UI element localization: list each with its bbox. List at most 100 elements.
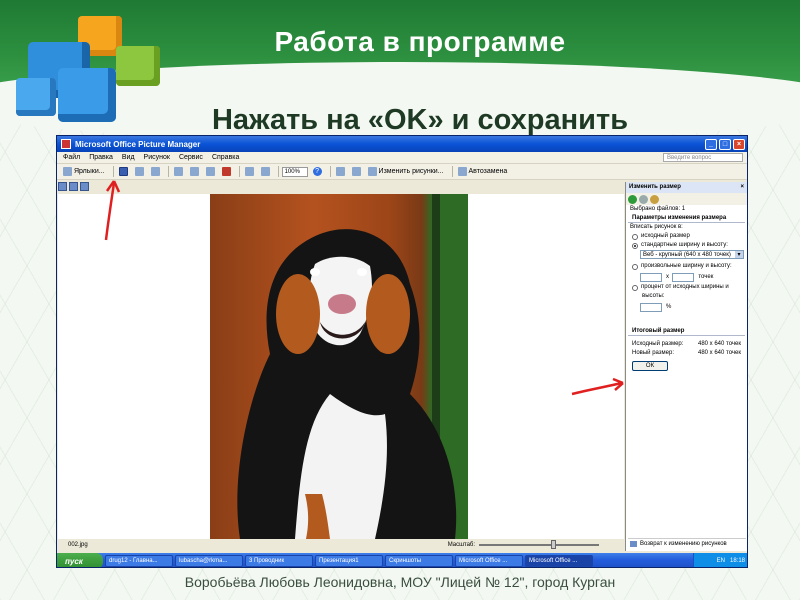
cut-icon [173, 167, 183, 176]
taskbar-item[interactable]: drug12 - Главна... [105, 555, 173, 567]
result-header: Итоговый размер [628, 327, 745, 336]
task-pane-close-icon[interactable]: × [740, 182, 744, 193]
forward-icon[interactable] [639, 194, 648, 204]
standard-size-value: Веб - крупный (640 x 480 точек) [643, 252, 731, 258]
start-button[interactable]: пуск [57, 553, 103, 567]
filmstrip-view-icon[interactable] [69, 182, 78, 191]
zoom-slider-thumb[interactable] [551, 540, 557, 549]
redo-icon [260, 167, 270, 176]
task-pane-nav [626, 193, 747, 205]
new-size-row-value: 480 x 640 точек [698, 350, 741, 356]
rotate-left-icon [335, 167, 345, 176]
x-separator: x [666, 274, 669, 280]
copy-button[interactable] [188, 166, 201, 178]
original-size-row-value: 480 x 640 точек [698, 341, 741, 347]
status-bar: 002.jpg Масштаб: [58, 539, 624, 551]
maximize-button[interactable]: □ [719, 138, 731, 150]
original-size-radio[interactable]: исходный размер [626, 232, 747, 241]
chevron-down-icon: ▾ [735, 251, 743, 258]
shortcuts-button[interactable]: Ярлыки... [61, 166, 107, 178]
print-icon [134, 167, 144, 176]
menu-bar: Файл Правка Вид Рисунок Сервис Справка В… [57, 152, 747, 164]
taskbar-item[interactable]: lubascha@rkma... [175, 555, 243, 567]
thumbnail-view-icon[interactable] [58, 182, 67, 191]
save-icon [118, 167, 128, 176]
menu-view[interactable]: Вид [122, 154, 135, 161]
rotate-right-button[interactable] [350, 166, 363, 178]
save-button[interactable] [117, 166, 130, 178]
print-button[interactable] [133, 166, 146, 178]
help-search-input[interactable]: Введите вопрос [663, 153, 743, 162]
menu-help[interactable]: Справка [212, 154, 239, 161]
standard-size-label: стандартные ширину и высоту: [641, 242, 728, 248]
zoom-select[interactable]: 100% [281, 166, 308, 177]
new-size-row-label: Новый размер: [632, 350, 675, 356]
windows-taskbar: пуск drug12 - Главна... lubascha@rkma...… [57, 553, 747, 567]
app-icon [61, 139, 71, 149]
edit-pictures-icon [367, 167, 377, 176]
blue-cube-icon [58, 68, 116, 122]
back-icon[interactable] [628, 194, 637, 204]
clock: 18:18 [729, 558, 745, 564]
picture-manager-window: Microsoft Office Picture Manager _ □ × Ф… [56, 135, 748, 568]
standard-size-select[interactable]: Веб - крупный (640 x 480 точек) ▾ [640, 250, 744, 259]
help-button[interactable]: ? [311, 166, 324, 178]
minimize-button[interactable]: _ [705, 138, 717, 150]
back-to-edit-link[interactable]: Возврат к изменению рисунков [628, 538, 746, 548]
mail-button[interactable] [149, 166, 162, 178]
autocorrect-button[interactable]: Автозамена [456, 166, 510, 178]
ok-button[interactable]: ОК [632, 361, 668, 371]
dog-photo [210, 194, 468, 539]
taskbar-item[interactable]: Microsoft Office ... [455, 555, 523, 567]
delete-button[interactable] [220, 166, 233, 178]
taskbar-item-active[interactable]: Microsoft Office ... [525, 555, 593, 567]
edit-pictures-button[interactable]: Изменить рисунки... [366, 166, 446, 178]
undo-button[interactable] [243, 166, 256, 178]
menu-file[interactable]: Файл [63, 154, 80, 161]
custom-size-radio[interactable]: произвольные ширину и высоту: [626, 262, 747, 271]
taskbar-item[interactable]: Скриншоты [385, 555, 453, 567]
width-input[interactable] [640, 272, 662, 282]
menu-edit[interactable]: Правка [89, 154, 113, 161]
redo-button[interactable] [259, 166, 272, 178]
percent-label-1: процент от исходных ширины и [641, 284, 729, 290]
zoom-slider[interactable] [479, 540, 600, 549]
edit-pictures-label: Изменить рисунки... [378, 168, 444, 175]
selected-files-count: Выбрано файлов: 1 [630, 206, 686, 212]
slide-title: Работа в программе [274, 26, 566, 57]
new-size-row: Новый размер: 480 x 640 точек [626, 349, 747, 358]
menu-picture[interactable]: Рисунок [144, 154, 170, 161]
language-indicator[interactable]: EN [717, 558, 725, 564]
standard-size-radio[interactable]: стандартные ширину и высоту: [626, 241, 747, 250]
single-view-icon[interactable] [80, 182, 89, 191]
custom-size-inputs: x точек [626, 271, 747, 283]
percent-inputs: % [626, 301, 747, 313]
height-input[interactable] [672, 272, 695, 282]
home-icon[interactable] [650, 194, 659, 204]
autocorrect-label: Автозамена [468, 168, 508, 175]
radio-icon [632, 233, 638, 240]
percent-radio[interactable]: процент от исходных ширины и [626, 283, 747, 292]
task-pane-title: Изменить размер [629, 184, 681, 190]
taskbar-item[interactable]: 3 Проводник [245, 555, 313, 567]
green-cube-icon [116, 46, 160, 86]
paste-button[interactable] [204, 166, 217, 178]
menu-tools[interactable]: Сервис [179, 154, 203, 161]
taskbar-item[interactable]: Презентация1 [315, 555, 383, 567]
task-pane-header: Изменить размер × [626, 182, 747, 193]
percent-unit: % [666, 304, 672, 310]
rotate-left-button[interactable] [334, 166, 347, 178]
picture-area [58, 194, 624, 539]
original-size-row: Исходный размер: 480 x 640 точек [626, 340, 747, 349]
rotate-right-icon [351, 167, 361, 176]
zoom-label: Масштаб: [447, 542, 476, 548]
radio-selected-icon [632, 242, 638, 249]
close-button[interactable]: × [733, 138, 745, 150]
status-filename: 002.jpg [68, 542, 88, 548]
percent-input[interactable] [640, 302, 662, 312]
cut-button[interactable] [172, 166, 185, 178]
system-tray: EN 18:18 [693, 553, 747, 567]
radio-icon [632, 284, 638, 291]
mail-icon [150, 167, 160, 176]
original-size-row-label: Исходный размер: [632, 341, 684, 347]
